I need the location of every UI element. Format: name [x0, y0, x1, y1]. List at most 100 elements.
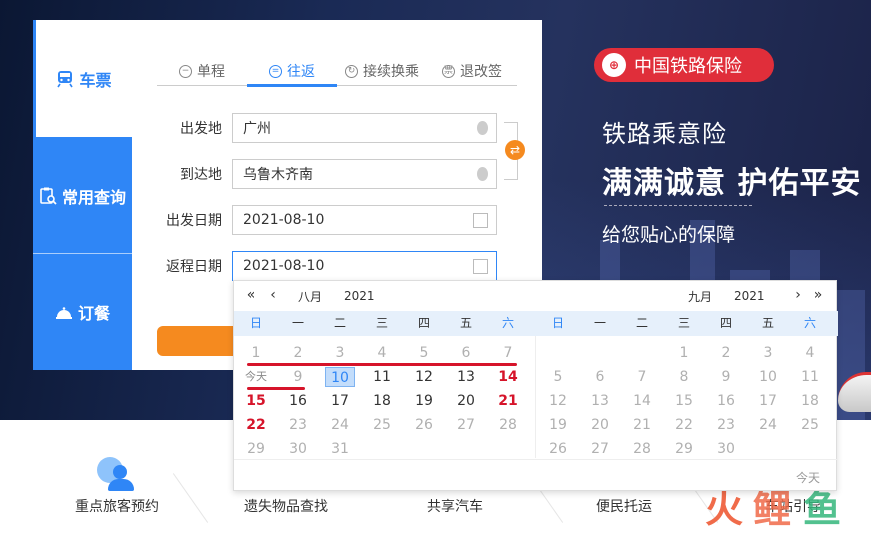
calendar-day-aug[interactable]: 9	[283, 367, 313, 387]
to-station-value: 乌鲁木齐南	[243, 167, 313, 183]
calendar-day-sep[interactable]: 4	[795, 343, 825, 363]
calendar-day-aug[interactable]: 15	[241, 391, 271, 411]
calendar-day-sep[interactable]: 13	[585, 391, 615, 411]
calendar-day-sep[interactable]: 25	[795, 415, 825, 435]
to-row: 到达地 乌鲁木齐南	[157, 159, 497, 189]
calendar-day-sep[interactable]: 11	[795, 367, 825, 387]
calendar-day-aug[interactable]: 25	[367, 415, 397, 435]
calendar-day-aug[interactable]: 16	[283, 391, 313, 411]
calendar-day-sep[interactable]: 9	[711, 367, 741, 387]
from-label: 出发地	[180, 121, 222, 137]
watermark-char: 鲤	[753, 487, 792, 531]
weekday-label: 一	[593, 316, 606, 330]
calendar-day-aug[interactable]: 28	[493, 415, 523, 435]
tab-transfer[interactable]: ↻ 接续换乘	[345, 56, 419, 86]
calendar-day-sep[interactable]: 12	[543, 391, 573, 411]
calendar-day-sep[interactable]: 10	[753, 367, 783, 387]
calendar-day-aug[interactable]: 6	[451, 343, 481, 363]
calendar-day-sep[interactable]: 7	[627, 367, 657, 387]
service-priority-passenger[interactable]: 重点旅客预约	[75, 496, 159, 516]
sidebar-item-common-queries[interactable]: 常用查询	[33, 137, 132, 254]
calendar-day-aug[interactable]: 24	[325, 415, 355, 435]
calendar-day-aug[interactable]: 13	[451, 367, 481, 387]
promo-subtitle: 给您贴心的保障	[602, 224, 736, 246]
calendar-day-sep[interactable]: 29	[669, 439, 699, 459]
calendar-day-aug[interactable]: 26	[409, 415, 439, 435]
today-button[interactable]: 今天	[796, 469, 820, 486]
calendar-day-sep[interactable]: 27	[585, 439, 615, 459]
next-month-button[interactable]: ›	[791, 287, 805, 303]
calendar-day-sep[interactable]: 26	[543, 439, 573, 459]
from-station-input[interactable]: 广州	[232, 113, 497, 143]
railway-insurance-badge[interactable]: ⊕ 中国铁路保险	[594, 48, 774, 82]
service-consignment[interactable]: 便民托运	[596, 496, 652, 516]
to-station-input[interactable]: 乌鲁木齐南	[232, 159, 497, 189]
calendar-day-sep[interactable]: 1	[669, 343, 699, 363]
calendar-day-aug[interactable]: 10	[325, 367, 355, 387]
calendar-day-sep[interactable]: 6	[585, 367, 615, 387]
calendar-day-aug[interactable]: 31	[325, 439, 355, 459]
tab-refund-change[interactable]: 票 退改签	[442, 56, 502, 86]
calendar-day-aug[interactable]: 27	[451, 415, 481, 435]
sidebar-item-meal-order[interactable]: 订餐	[33, 254, 132, 370]
calendar-day-aug[interactable]: 22	[241, 415, 271, 435]
calendar-day-aug[interactable]: 30	[283, 439, 313, 459]
calendar-divider	[535, 336, 536, 458]
calendar-day-sep[interactable]: 5	[543, 367, 573, 387]
calendar-day-aug[interactable]: 21	[493, 391, 523, 411]
calendar-day-aug[interactable]: 17	[325, 391, 355, 411]
calendar-day-sep[interactable]: 8	[669, 367, 699, 387]
service-lost-found[interactable]: 遗失物品查找	[244, 496, 328, 516]
calendar-day-aug[interactable]: 23	[283, 415, 313, 435]
calendar-day-aug[interactable]: 3	[325, 343, 355, 363]
sidebar-item-tickets[interactable]: 车票	[33, 20, 132, 137]
calendar-day-sep[interactable]: 3	[753, 343, 783, 363]
calendar-day-sep[interactable]: 20	[585, 415, 615, 435]
swap-stations-button[interactable]: ⇄	[505, 140, 525, 160]
calendar-day-aug[interactable]: 12	[409, 367, 439, 387]
calendar-day-aug[interactable]: 18	[367, 391, 397, 411]
calendar-day-aug[interactable]: 2	[283, 343, 313, 363]
watermark-char: 鱼	[803, 487, 842, 531]
calendar-day-sep[interactable]: 30	[711, 439, 741, 459]
calendar-day-aug[interactable]: 19	[409, 391, 439, 411]
refund-circle-icon: 票	[442, 64, 455, 78]
calendar-day-aug[interactable]: 今天	[241, 367, 271, 387]
calendar-day-sep[interactable]: 18	[795, 391, 825, 411]
tab-round-trip[interactable]: = 往返	[269, 56, 315, 86]
return-date-value: 2021-08-10	[243, 258, 325, 274]
calendar-day-sep[interactable]: 14	[627, 391, 657, 411]
calendar-day-aug[interactable]: 14	[493, 367, 523, 387]
location-pin-icon	[477, 167, 488, 181]
calendar-day-sep[interactable]: 15	[669, 391, 699, 411]
prev-month-button[interactable]: ‹	[266, 287, 280, 303]
calendar-day-aug[interactable]: 4	[367, 343, 397, 363]
calendar-day-sep[interactable]: 23	[711, 415, 741, 435]
weekday-label: 二	[333, 316, 346, 330]
return-date-input[interactable]: 2021-08-10	[232, 251, 497, 281]
calendar-day-sep[interactable]: 21	[627, 415, 657, 435]
calendar-day-aug[interactable]: 7	[493, 343, 523, 363]
calendar-day-aug[interactable]: 1	[241, 343, 271, 363]
calendar-day-sep[interactable]: 24	[753, 415, 783, 435]
calendar-day-sep[interactable]: 16	[711, 391, 741, 411]
depart-date-input[interactable]: 2021-08-10	[232, 205, 497, 235]
calendar-day-sep[interactable]: 22	[669, 415, 699, 435]
to-label: 到达地	[180, 167, 222, 183]
next-year-button[interactable]: »	[811, 287, 825, 303]
ticket-sidebar: 车票 常用查询 订餐	[33, 20, 132, 370]
active-tab-indicator	[247, 84, 337, 87]
calendar-day-aug[interactable]: 20	[451, 391, 481, 411]
trip-type-tabs: − 单程 = 往返 ↻ 接续换乘 票 退改签	[157, 56, 517, 87]
calendar-day-aug[interactable]: 29	[241, 439, 271, 459]
calendar-day-sep[interactable]: 28	[627, 439, 657, 459]
prev-year-button[interactable]: «	[244, 287, 258, 303]
tab-one-way[interactable]: − 单程	[179, 56, 225, 86]
clipboard-search-icon	[40, 187, 57, 205]
calendar-day-sep[interactable]: 17	[753, 391, 783, 411]
calendar-day-sep[interactable]: 2	[711, 343, 741, 363]
calendar-day-aug[interactable]: 11	[367, 367, 397, 387]
service-shared-car[interactable]: 共享汽车	[427, 496, 483, 516]
calendar-day-sep[interactable]: 19	[543, 415, 573, 435]
calendar-day-aug[interactable]: 5	[409, 343, 439, 363]
